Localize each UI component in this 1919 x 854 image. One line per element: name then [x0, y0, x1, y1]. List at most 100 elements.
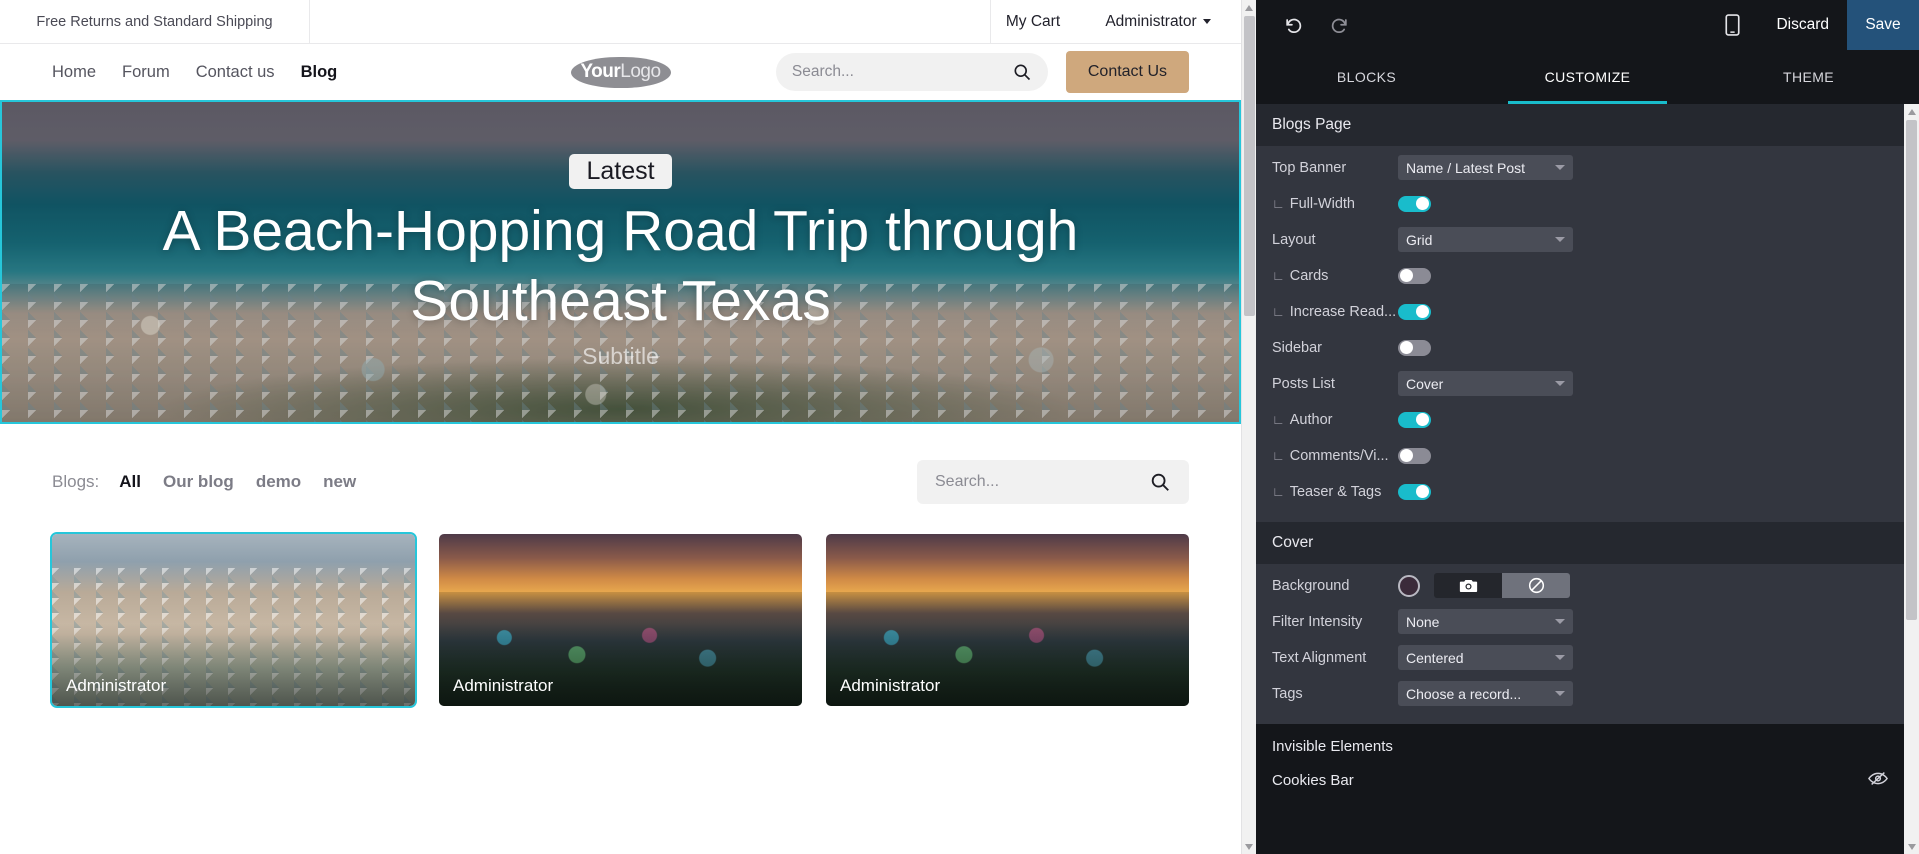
option-increase-readability: ∟ Increase Read... — [1256, 296, 1904, 327]
select-value: None — [1406, 613, 1440, 630]
option-label-text: Cards — [1289, 267, 1329, 284]
website-scrollbar[interactable] — [1241, 0, 1256, 854]
chevron-up-icon — [1907, 108, 1916, 115]
tab-blocks[interactable]: BLOCKS — [1256, 50, 1477, 104]
posts-list-select[interactable]: Cover — [1398, 371, 1573, 396]
option-label: Sidebar — [1272, 339, 1322, 356]
chevron-down-icon — [1202, 19, 1211, 24]
option-label: ∟ Author — [1272, 412, 1398, 428]
sub-option-marker-icon: ∟ — [1272, 483, 1285, 499]
comments-views-toggle[interactable] — [1398, 447, 1431, 464]
tab-customize[interactable]: CUSTOMIZE — [1477, 50, 1698, 104]
logo-text-light: Logo — [620, 61, 661, 82]
sub-option-marker-icon: ∟ — [1272, 447, 1285, 463]
sidebar-toggle[interactable] — [1398, 339, 1431, 356]
sub-option-marker-icon: ∟ — [1272, 303, 1285, 319]
site-logo[interactable]: Your Logo — [570, 56, 671, 88]
website-canvas: Free Returns and Standard Shipping My Ca… — [0, 0, 1241, 854]
text-alignment-select[interactable]: Centered — [1398, 645, 1573, 670]
options-scroll-area: Blogs Page Top Banner Name / Latest Post… — [1256, 104, 1904, 854]
select-value: Cover — [1406, 375, 1444, 392]
background-color-swatch[interactable] — [1398, 574, 1420, 597]
editor-tabs: BLOCKS CUSTOMIZE THEME — [1256, 50, 1919, 104]
select-value: Choose a record... — [1406, 685, 1522, 702]
promo-spacer — [310, 0, 991, 43]
editor-toolbar: Discard Save — [1256, 0, 1919, 50]
toggle-knob — [1400, 269, 1413, 282]
full-width-toggle[interactable] — [1398, 195, 1431, 212]
hero-subtitle[interactable]: Subtitle — [582, 343, 659, 370]
blog-search-input[interactable]: Search... — [917, 460, 1189, 504]
filter-intensity-select[interactable]: None — [1398, 609, 1573, 634]
nav-item-contact-us[interactable]: Contact us — [196, 63, 275, 82]
chevron-down-icon — [1555, 619, 1565, 624]
cards-toggle[interactable] — [1398, 267, 1431, 284]
layout-select[interactable]: Grid — [1398, 227, 1573, 252]
increase-readability-toggle[interactable] — [1398, 303, 1431, 320]
my-cart-link[interactable]: My Cart — [991, 0, 1075, 43]
blog-post-card[interactable]: Administrator — [50, 532, 417, 708]
account-label: Administrator — [1105, 12, 1197, 30]
panel-scroll-down-arrow[interactable] — [1904, 839, 1919, 854]
discard-button[interactable]: Discard — [1758, 0, 1847, 50]
redo-button[interactable] — [1316, 0, 1362, 50]
search-icon[interactable] — [1149, 471, 1171, 493]
option-label: ∟ Teaser & Tags — [1272, 484, 1398, 500]
sub-option-marker-icon: ∟ — [1272, 195, 1285, 211]
option-label: Filter Intensity — [1272, 613, 1363, 630]
tags-select[interactable]: Choose a record... — [1398, 681, 1573, 706]
invisible-element-cookies-bar[interactable]: Cookies Bar — [1256, 765, 1904, 804]
author-toggle[interactable] — [1398, 411, 1431, 428]
scrollbar-thumb[interactable] — [1244, 16, 1255, 316]
blog-post-grid: Administrator Administrator Administrato… — [0, 504, 1241, 708]
eye-off-icon[interactable] — [1868, 771, 1888, 790]
mobile-preview-button[interactable] — [1706, 0, 1758, 50]
logo-text-bold: Your — [580, 61, 621, 82]
blog-tag-all[interactable]: All — [119, 472, 141, 492]
option-label: ∟ Full-Width — [1272, 196, 1398, 212]
hero-banner[interactable]: Latest A Beach-Hopping Road Trip through… — [0, 100, 1241, 424]
account-menu[interactable]: Administrator — [1075, 0, 1241, 43]
nav-item-forum[interactable]: Forum — [122, 63, 170, 82]
contact-us-button[interactable]: Contact Us — [1065, 51, 1189, 93]
chevron-down-icon — [1555, 691, 1565, 696]
blog-post-card[interactable]: Administrator — [826, 534, 1189, 706]
nav-right: Search... Contact Us — [775, 51, 1189, 93]
option-tags: Tags Choose a record... — [1256, 678, 1904, 709]
post-author: Administrator — [66, 676, 167, 695]
nav-item-blog[interactable]: Blog — [301, 63, 338, 82]
nav-item-home[interactable]: Home — [52, 63, 96, 82]
background-type-segments — [1434, 573, 1570, 598]
post-author: Administrator — [453, 676, 554, 695]
search-icon[interactable] — [1012, 62, 1032, 82]
panel-scrollbar-thumb[interactable] — [1906, 120, 1917, 620]
blog-tag-our-blog[interactable]: Our blog — [163, 472, 234, 492]
option-full-width: ∟ Full-Width — [1256, 188, 1904, 219]
option-label: ∟ Comments/Vi... — [1272, 448, 1398, 464]
blog-post-card[interactable]: Administrator — [439, 534, 802, 706]
background-none-button[interactable] — [1502, 573, 1570, 598]
teaser-tags-toggle[interactable] — [1398, 483, 1431, 500]
blog-tag-new[interactable]: new — [323, 472, 356, 492]
toggle-knob — [1416, 197, 1429, 210]
select-value: Name / Latest Post — [1406, 159, 1526, 176]
undo-button[interactable] — [1270, 0, 1316, 50]
chevron-down-icon — [1555, 165, 1565, 170]
background-image-button[interactable] — [1434, 573, 1502, 598]
option-label-text: Teaser & Tags — [1289, 483, 1382, 500]
camera-icon — [1459, 579, 1477, 592]
top-banner-select[interactable]: Name / Latest Post — [1398, 155, 1573, 180]
latest-badge: Latest — [569, 154, 672, 190]
tab-theme[interactable]: THEME — [1698, 50, 1919, 104]
save-button[interactable]: Save — [1847, 0, 1919, 50]
scroll-down-arrow[interactable] — [1242, 839, 1256, 854]
panel-scrollbar[interactable] — [1904, 104, 1919, 854]
header-search[interactable]: Search... — [775, 53, 1048, 91]
hero-title[interactable]: A Beach-Hopping Road Trip through Southe… — [121, 197, 1121, 336]
scroll-up-arrow[interactable] — [1242, 0, 1256, 15]
panel-scroll-up-arrow[interactable] — [1904, 104, 1919, 119]
option-background: Background — [1256, 570, 1904, 601]
app-root: Free Returns and Standard Shipping My Ca… — [0, 0, 1919, 854]
blog-tag-demo[interactable]: demo — [256, 472, 301, 492]
section-body-blogs-page: Top Banner Name / Latest Post ∟ Full-Widt… — [1256, 146, 1904, 522]
